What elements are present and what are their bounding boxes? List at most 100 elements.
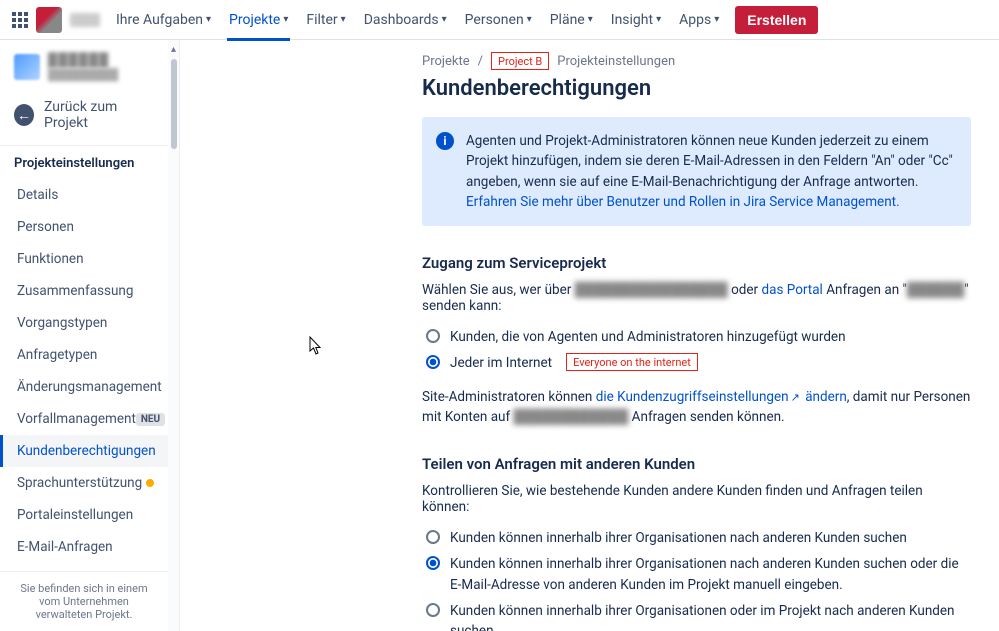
app-switcher[interactable] — [8, 8, 32, 32]
customer-access-settings-link[interactable]: die Kundenzugriffseinstellungen↗ ändern — [596, 389, 847, 405]
nav-label: Ihre Aufgaben — [116, 12, 203, 28]
breadcrumb-project-b-callout: Project B — [491, 52, 549, 70]
chevron-down-icon: ▾ — [442, 14, 447, 25]
redacted-email: ████████████████ — [575, 282, 728, 298]
project-avatar-icon — [14, 54, 40, 80]
info-learn-more-link[interactable]: Erfahren Sie mehr über Benutzer und Roll… — [466, 194, 900, 210]
scroll-thumb[interactable] — [171, 59, 177, 149]
access-option-1[interactable]: Kunden, die von Agenten und Administrato… — [422, 324, 971, 350]
arrow-left-icon: ← — [14, 104, 34, 126]
nav-projects[interactable]: Projekte ▾ — [221, 0, 296, 40]
back-label: Zurück zum Projekt — [44, 99, 154, 131]
sidebar-item-label: Portaleinstellungen — [17, 507, 133, 523]
radio-label: Jeder im Internet — [450, 353, 552, 373]
top-nav: Ihre Aufgaben ▾ Projekte ▾ Filter ▾ Dash… — [0, 0, 999, 40]
share-option-1[interactable]: Kunden können innerhalb ihrer Organisati… — [422, 525, 971, 551]
sidebar-item-summary[interactable]: Zusammenfassung — [0, 275, 168, 307]
radio-icon — [426, 603, 440, 617]
chevron-down-icon: ▾ — [206, 14, 211, 25]
nav-people[interactable]: Personen ▾ — [457, 0, 540, 40]
nav-apps[interactable]: Apps ▾ — [671, 0, 727, 40]
external-link-icon: ↗ — [791, 391, 800, 404]
chevron-down-icon: ▾ — [527, 14, 532, 25]
nav-label: Pläne — [550, 12, 585, 28]
radio-icon — [426, 556, 440, 570]
nav-label: Dashboards — [364, 12, 439, 28]
nav-label: Projekte — [229, 12, 280, 28]
breadcrumb-separator: / — [478, 54, 483, 69]
chevron-down-icon: ▾ — [283, 14, 288, 25]
sidebar-group-2: Vorgangstypen Anfragetypen — [0, 307, 168, 371]
apps-grid-icon — [12, 12, 28, 28]
section-access-heading: Zugang zum Serviceprojekt — [422, 254, 971, 272]
chevron-down-icon: ▾ — [341, 14, 346, 25]
sidebar-group-4: Kundenberechtigungen Sprachunterstützung… — [0, 435, 168, 571]
sidebar-group-3: Änderungsmanagement Vorfallmanagement NE… — [0, 371, 168, 435]
sidebar-item-label: Änderungsmanagement — [17, 379, 162, 395]
nav-your-work[interactable]: Ihre Aufgaben ▾ — [108, 0, 219, 40]
nav-filters[interactable]: Filter ▾ — [298, 0, 353, 40]
radio-icon — [426, 355, 440, 369]
sidebar-item-language[interactable]: Sprachunterstützung — [0, 467, 168, 499]
nav-label: Insight — [611, 12, 653, 28]
nav-label: Apps — [679, 12, 711, 28]
product-name-redacted — [70, 13, 100, 27]
section-share-heading: Teilen von Anfragen mit anderen Kunden — [422, 455, 971, 473]
nav-plans[interactable]: Pläne ▾ — [542, 0, 601, 40]
create-button[interactable]: Erstellen — [735, 6, 818, 34]
project-type-redacted: █████████ — [48, 68, 118, 81]
breadcrumb-settings[interactable]: Projekteinstellungen — [557, 54, 675, 69]
sidebar-item-label: Sprachunterstützung — [17, 475, 142, 491]
nav-label: Personen — [465, 12, 524, 28]
info-text: Agenten und Projekt-Administratoren könn… — [466, 133, 953, 190]
sidebar-item-people[interactable]: Personen — [0, 211, 168, 243]
sidebar-item-issue-types[interactable]: Vorgangstypen — [0, 307, 168, 339]
sidebar-item-label: Kundenberechtigungen — [17, 443, 156, 459]
info-icon: i — [436, 131, 454, 151]
sidebar-group-1: Details Personen Funktionen Zusammenfass… — [0, 179, 168, 307]
back-to-project[interactable]: ← Zurück zum Projekt — [0, 89, 168, 145]
sidebar-item-label: Personen — [17, 219, 74, 235]
breadcrumb: Projekte / Project B Projekteinstellunge… — [422, 52, 971, 70]
sidebar-item-change-mgmt[interactable]: Änderungsmanagement — [0, 371, 168, 403]
radio-label: Kunden können innerhalb ihrer Organisati… — [450, 528, 907, 548]
project-header[interactable]: ██████ █████████ — [0, 40, 168, 89]
main-content: Projekte / Project B Projekteinstellunge… — [180, 40, 999, 631]
sidebar-item-label: Anfragetypen — [17, 347, 97, 363]
nav-dashboards[interactable]: Dashboards ▾ — [356, 0, 455, 40]
chevron-down-icon: ▾ — [656, 14, 661, 25]
sidebar-item-details[interactable]: Details — [0, 179, 168, 211]
sidebar-item-email-requests[interactable]: E-Mail-Anfragen — [0, 531, 168, 563]
attention-dot-icon — [146, 479, 154, 487]
new-badge: NEU — [136, 413, 165, 426]
breadcrumb-projects[interactable]: Projekte — [422, 54, 470, 69]
info-panel: i Agenten und Projekt-Administratoren kö… — [422, 117, 971, 226]
share-option-3[interactable]: Kunden können innerhalb ihrer Organisati… — [422, 598, 971, 631]
nav-insight[interactable]: Insight ▾ — [603, 0, 669, 40]
chevron-down-icon: ▾ — [588, 14, 593, 25]
sidebar-item-customer-notifications[interactable]: Kundenbenachrichtigungen — [0, 563, 168, 571]
access-option-2[interactable]: Jeder im Internet Everyone on the intern… — [422, 350, 971, 376]
product-logo[interactable] — [36, 7, 62, 33]
everyone-internet-callout: Everyone on the internet — [566, 353, 698, 371]
portal-link[interactable]: das Portal — [761, 282, 822, 298]
radio-icon — [426, 530, 440, 544]
share-option-2[interactable]: Kunden können innerhalb ihrer Organisati… — [422, 551, 971, 598]
radio-label: Kunden können innerhalb ihrer Organisati… — [450, 601, 971, 631]
sidebar-item-features[interactable]: Funktionen — [0, 243, 168, 275]
sidebar-item-label: E-Mail-Anfragen — [17, 539, 113, 555]
sidebar-item-customer-permissions[interactable]: Kundenberechtigungen — [0, 435, 168, 467]
sidebar-item-request-types[interactable]: Anfragetypen — [0, 339, 168, 371]
sidebar-footer: Sie befinden sich in einem vom Unternehm… — [0, 571, 168, 631]
sidebar-scrollbar[interactable]: ▴ — [168, 40, 180, 631]
radio-label: Kunden können innerhalb ihrer Organisati… — [450, 554, 971, 595]
scroll-up-icon: ▴ — [171, 44, 176, 55]
project-name-redacted: ██████ — [48, 52, 118, 68]
chevron-down-icon: ▾ — [714, 14, 719, 25]
sidebar-item-incident-mgmt[interactable]: Vorfallmanagement NEU — [0, 403, 168, 435]
sidebar-item-label: Details — [17, 187, 58, 203]
page-title: Kundenberechtigungen — [422, 76, 971, 101]
sidebar: ██████ █████████ ← Zurück zum Projekt Pr… — [0, 40, 168, 631]
radio-icon — [426, 329, 440, 343]
sidebar-item-portal[interactable]: Portaleinstellungen — [0, 499, 168, 531]
